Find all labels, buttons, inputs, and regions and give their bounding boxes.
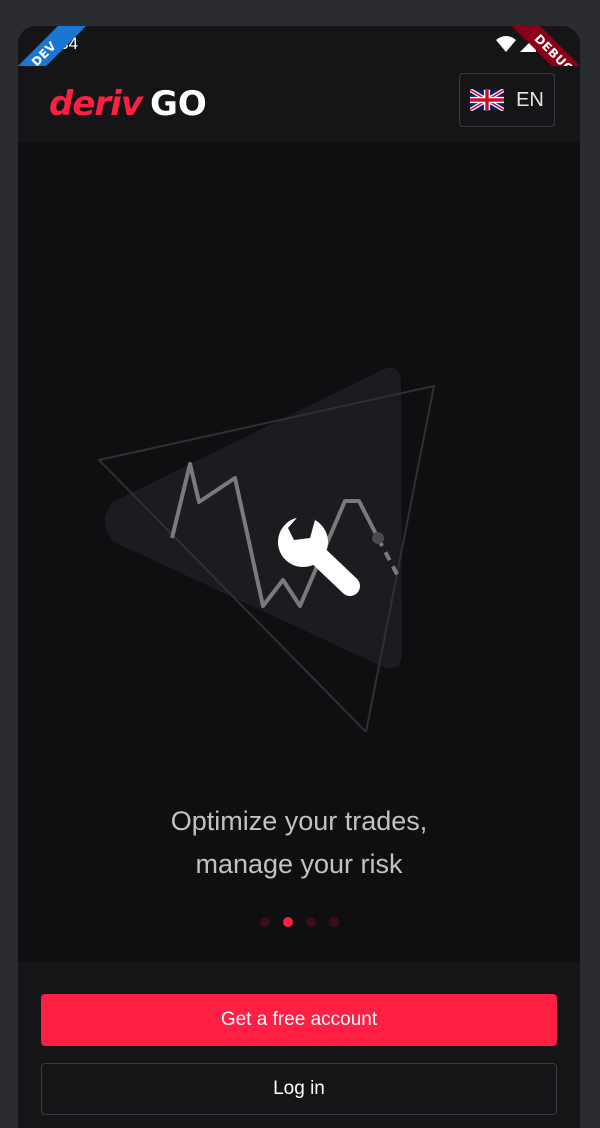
illustration-triangle-filled (104, 367, 402, 669)
wifi-icon (496, 36, 516, 52)
uk-flag-icon (470, 89, 505, 111)
language-selector-button[interactable]: EN (459, 73, 555, 127)
status-bar: 9:34 (18, 26, 580, 66)
get-free-account-button[interactable]: Get a free account (41, 994, 557, 1046)
page-dot-1[interactable] (259, 917, 270, 927)
logo-brand: deriv (49, 84, 143, 124)
page-indicator (18, 917, 580, 927)
page-dot-3[interactable] (305, 917, 316, 927)
illustration-point (372, 532, 384, 544)
deriv-go-logo: deriv GO (49, 84, 207, 124)
page-dot-4[interactable] (328, 917, 339, 927)
login-button[interactable]: Log in (41, 1063, 557, 1115)
wrench-chart-illustration (97, 367, 436, 732)
onboarding-headline: Optimize your trades, manage your risk (18, 800, 580, 886)
app-screen: 9:34 DEV DEBUG deriv GO (18, 26, 580, 1128)
auth-actions: Get a free account Log in (18, 962, 580, 1128)
app-header: deriv GO EN (18, 66, 580, 142)
headline-line-2: manage your risk (195, 849, 403, 879)
onboarding-carousel[interactable]: Optimize your trades, manage your risk (18, 142, 580, 962)
logo-product: GO (149, 84, 207, 124)
page-dot-2-active[interactable] (282, 917, 293, 927)
language-code: EN (516, 88, 544, 111)
headline-line-1: Optimize your trades, (170, 806, 428, 836)
